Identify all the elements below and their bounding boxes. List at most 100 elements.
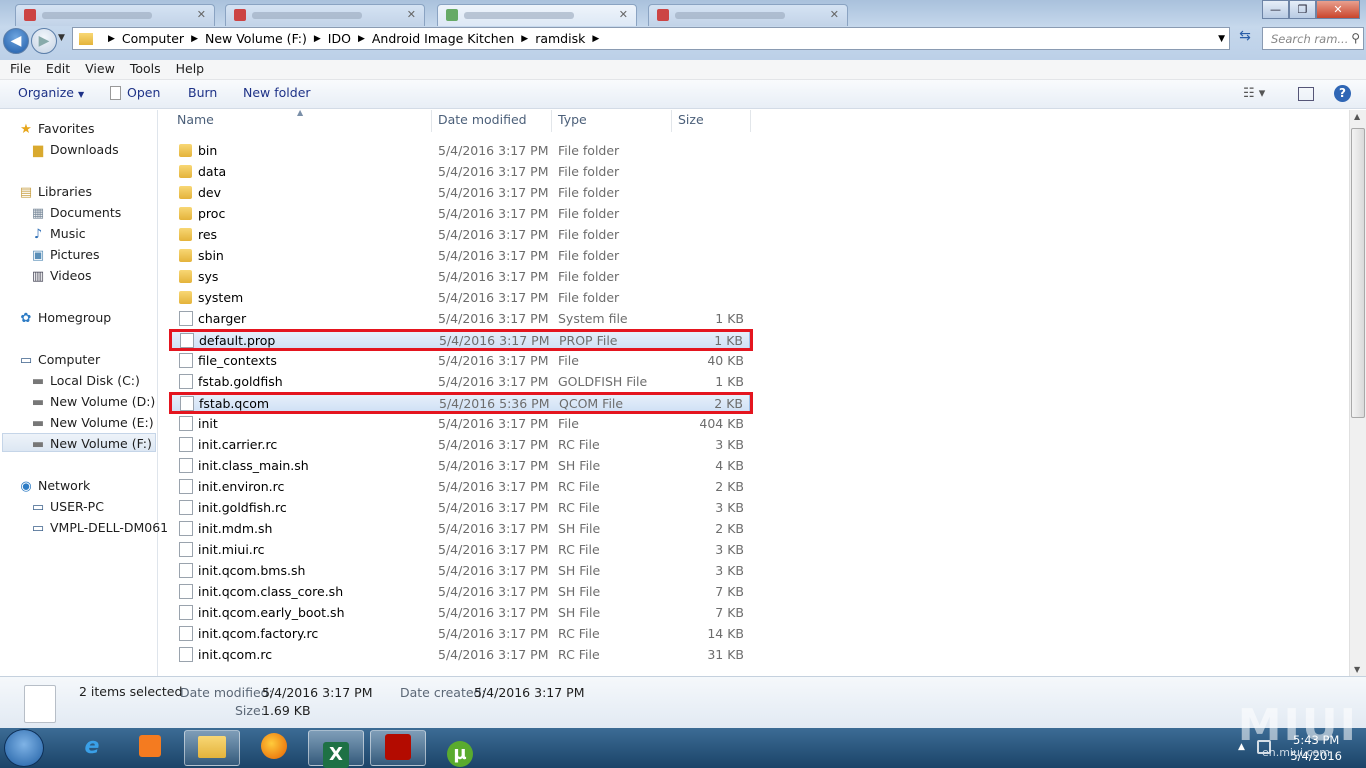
nav-pictures[interactable]: ▣ Pictures: [30, 245, 100, 264]
file-row[interactable]: dev 5/4/2016 3:17 PM File folder: [170, 182, 750, 203]
breadcrumb-volume-f[interactable]: New Volume (F:): [205, 31, 307, 46]
column-header-date[interactable]: Date modified: [438, 112, 527, 132]
nav-videos[interactable]: ▥ Videos: [30, 266, 92, 285]
nav-volume-e[interactable]: ▬ New Volume (E:): [30, 413, 154, 432]
menu-tools[interactable]: Tools: [130, 60, 161, 79]
organize-button[interactable]: Organize ▼: [18, 85, 84, 100]
restore-button[interactable]: ❐: [1289, 0, 1316, 19]
nav-volume-f[interactable]: ▬ New Volume (F:): [2, 433, 156, 452]
breadcrumb-ramdisk[interactable]: ramdisk: [535, 31, 585, 46]
file-row[interactable]: init.carrier.rc 5/4/2016 3:17 PM RC File 3 …: [170, 434, 750, 455]
file-row[interactable]: init.qcom.bms.sh 5/4/2016 3:17 PM SH File 3…: [170, 560, 750, 581]
file-row[interactable]: init 5/4/2016 3:17 PM File 404 KB: [170, 413, 750, 434]
nav-favorites[interactable]: ★ Favorites: [18, 119, 94, 138]
nav-documents[interactable]: ▦ Documents: [30, 203, 121, 222]
chevron-right-icon[interactable]: ▶: [108, 34, 115, 44]
nav-volume-d[interactable]: ▬ New Volume (D:): [30, 392, 155, 411]
internet-explorer-icon[interactable]: e: [64, 730, 120, 766]
refresh-icon[interactable]: ⇆: [1234, 28, 1256, 50]
close-tab-icon[interactable]: ✕: [619, 8, 628, 21]
chevron-right-icon[interactable]: ▶: [358, 34, 365, 44]
file-row[interactable]: data 5/4/2016 3:17 PM File folder: [170, 161, 750, 182]
burn-button[interactable]: Burn: [188, 85, 217, 100]
view-options-icon[interactable]: ☷ ▾: [1243, 86, 1265, 101]
column-divider[interactable]: [431, 110, 432, 132]
menu-file[interactable]: File: [10, 60, 31, 79]
nav-homegroup[interactable]: ✿ Homegroup: [18, 308, 112, 327]
browser-tab[interactable]: ✕: [225, 4, 425, 26]
column-header-name[interactable]: Name: [177, 112, 214, 132]
file-row[interactable]: sys 5/4/2016 3:17 PM File folder: [170, 266, 750, 287]
nav-music[interactable]: ♪ Music: [30, 224, 86, 243]
nav-computer[interactable]: ▭ Computer: [18, 350, 100, 369]
nav-libraries[interactable]: ▤ Libraries: [18, 182, 92, 201]
menu-edit[interactable]: Edit: [46, 60, 70, 79]
column-divider[interactable]: [551, 110, 552, 132]
search-input[interactable]: Search ram... ⚲: [1262, 27, 1364, 50]
breadcrumb-android-image-kitchen[interactable]: Android Image Kitchen: [372, 31, 514, 46]
vertical-scrollbar[interactable]: ▲ ▼: [1349, 110, 1366, 676]
search-icon[interactable]: ⚲: [1351, 31, 1360, 45]
file-row[interactable]: init.qcom.early_boot.sh 5/4/2016 3:17 PM S…: [170, 602, 750, 623]
close-tab-icon[interactable]: ✕: [197, 8, 206, 21]
file-row[interactable]: init.qcom.class_core.sh 5/4/2016 3:17 PM S…: [170, 581, 750, 602]
file-row[interactable]: sbin 5/4/2016 3:17 PM File folder: [170, 245, 750, 266]
minimize-button[interactable]: —: [1262, 0, 1289, 19]
firefox-icon[interactable]: [246, 730, 302, 766]
file-row[interactable]: init.qcom.factory.rc 5/4/2016 3:17 PM RC F…: [170, 623, 750, 644]
file-row[interactable]: res 5/4/2016 3:17 PM File folder: [170, 224, 750, 245]
column-divider[interactable]: [671, 110, 672, 132]
file-row[interactable]: fstab.goldfish 5/4/2016 3:17 PM GOLDFISH F…: [170, 371, 750, 392]
chevron-right-icon[interactable]: ▶: [521, 34, 528, 44]
menu-view[interactable]: View: [85, 60, 115, 79]
close-tab-icon[interactable]: ✕: [830, 8, 839, 21]
open-button[interactable]: Open: [110, 85, 160, 100]
chevron-right-icon[interactable]: ▶: [314, 34, 321, 44]
nav-vmpl-dell[interactable]: ▭ VMPL-DELL-DM061: [30, 518, 168, 537]
new-folder-button[interactable]: New folder: [243, 85, 311, 100]
file-row[interactable]: fstab.qcom 5/4/2016 5:36 PM QCOM File 2 KB: [170, 392, 750, 413]
file-row[interactable]: init.miui.rc 5/4/2016 3:17 PM RC File 3 KB: [170, 539, 750, 560]
menu-help[interactable]: Help: [176, 60, 205, 79]
address-dropdown-icon[interactable]: ▼: [1218, 34, 1225, 44]
column-divider[interactable]: [750, 110, 751, 132]
file-row[interactable]: init.goldfish.rc 5/4/2016 3:17 PM RC File 3…: [170, 497, 750, 518]
start-button[interactable]: [4, 729, 44, 767]
file-row[interactable]: system 5/4/2016 3:17 PM File folder: [170, 287, 750, 308]
column-header-size[interactable]: Size: [678, 112, 704, 132]
back-button[interactable]: ◀: [3, 28, 29, 54]
nav-user-pc[interactable]: ▭ USER-PC: [30, 497, 104, 516]
help-icon[interactable]: ?: [1334, 85, 1351, 102]
file-row[interactable]: default.prop 5/4/2016 3:17 PM PROP File 1 K…: [170, 329, 750, 350]
browser-tab[interactable]: ✕: [15, 4, 215, 26]
recent-pages-icon[interactable]: ▼: [58, 33, 65, 43]
file-row[interactable]: init.qcom.rc 5/4/2016 3:17 PM RC File 31 KB: [170, 644, 750, 665]
media-player-icon[interactable]: [122, 730, 178, 766]
close-tab-icon[interactable]: ✕: [407, 8, 416, 21]
chevron-right-icon[interactable]: ▶: [592, 34, 599, 44]
file-row[interactable]: bin 5/4/2016 3:17 PM File folder: [170, 140, 750, 161]
scroll-down-icon[interactable]: ▼: [1354, 665, 1360, 674]
scroll-up-icon[interactable]: ▲: [1354, 112, 1360, 121]
file-row[interactable]: init.class_main.sh 5/4/2016 3:17 PM SH Fil…: [170, 455, 750, 476]
address-breadcrumb[interactable]: ▶ Computer ▶ New Volume (F:) ▶ IDO ▶ Androi…: [72, 27, 1230, 50]
preview-pane-icon[interactable]: [1298, 87, 1314, 101]
nav-local-disk-c[interactable]: ▬ Local Disk (C:): [30, 371, 140, 390]
breadcrumb-ido[interactable]: IDO: [328, 31, 351, 46]
chevron-right-icon[interactable]: ▶: [191, 34, 198, 44]
breadcrumb-computer[interactable]: Computer: [122, 31, 184, 46]
file-row[interactable]: proc 5/4/2016 3:17 PM File folder: [170, 203, 750, 224]
browser-tab[interactable]: ✕: [437, 4, 637, 26]
file-row[interactable]: file_contexts 5/4/2016 3:17 PM File 40 KB: [170, 350, 750, 371]
column-header-type[interactable]: Type: [558, 112, 587, 132]
utorrent-icon[interactable]: µ: [432, 730, 488, 767]
browser-tab[interactable]: ✕: [648, 4, 848, 26]
file-row[interactable]: init.mdm.sh 5/4/2016 3:17 PM SH File 2 KB: [170, 518, 750, 539]
close-button[interactable]: ✕: [1316, 0, 1360, 19]
acrobat-icon[interactable]: [370, 730, 426, 766]
scrollbar-thumb[interactable]: [1351, 128, 1365, 418]
file-row[interactable]: charger 5/4/2016 3:17 PM System file 1 KB: [170, 308, 750, 329]
nav-network[interactable]: ◉ Network: [18, 476, 90, 495]
file-row[interactable]: init.environ.rc 5/4/2016 3:17 PM RC File 2 …: [170, 476, 750, 497]
nav-downloads[interactable]: ▆ Downloads: [30, 140, 119, 159]
